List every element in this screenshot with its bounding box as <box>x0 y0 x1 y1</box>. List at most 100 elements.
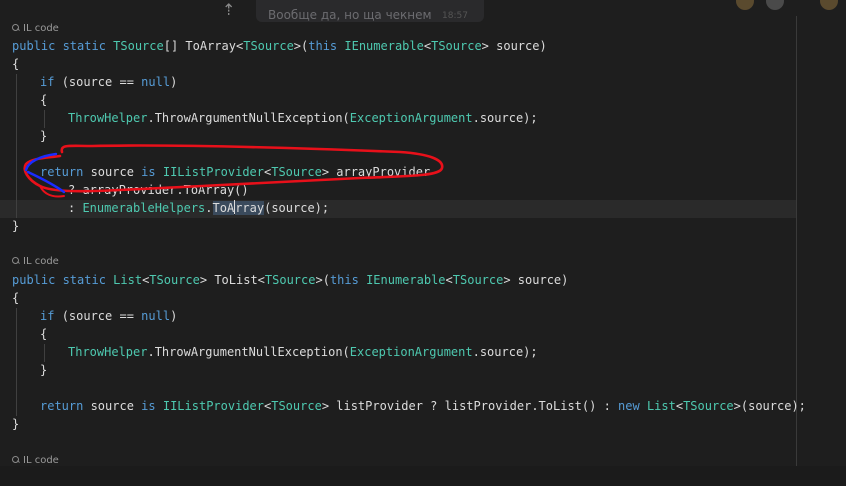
indent-guide <box>44 344 45 362</box>
code-token: > arrayProvider <box>321 165 431 179</box>
code-line: return source is IIListProvider<TSource>… <box>40 397 806 415</box>
codelens-il-code[interactable]: IL code <box>12 455 59 466</box>
avatar[interactable] <box>766 0 784 10</box>
code-token: ThrowHelper <box>68 345 148 359</box>
code-line: return source is IIListProvider<TSource>… <box>40 163 430 181</box>
code-token: < <box>445 273 453 287</box>
code-line: { <box>12 291 20 305</box>
code-token: public static <box>12 39 114 53</box>
codelens-icon <box>12 456 20 464</box>
bottom-panel-edge <box>0 466 846 486</box>
scroll-up-arrow-icon[interactable]: ⇡ <box>222 0 235 19</box>
code-token: TSource <box>113 39 164 53</box>
code-token: > ToList< <box>199 273 265 287</box>
chat-message-bubble[interactable]: Вообще да, но ща чекнем 18:57 <box>256 0 484 22</box>
codelens-label: IL code <box>23 256 59 267</box>
code-token: TSource <box>243 39 294 53</box>
code-token: public static <box>12 273 114 287</box>
code-token: < <box>675 399 684 413</box>
code-token: return <box>40 399 91 413</box>
code-line: ThrowHelper.ThrowArgumentNullException(E… <box>68 343 538 361</box>
codelens-label: IL code <box>23 455 59 466</box>
code-token: ? arrayProvider.ToArray() <box>68 183 249 197</box>
code-line: } <box>12 417 20 431</box>
code-token: > source) <box>503 273 569 287</box>
code-selection[interactable]: rray <box>235 201 265 215</box>
codelens-icon <box>12 257 20 265</box>
code-line: if (source == null) <box>40 307 177 325</box>
code-token: TSource <box>149 273 200 287</box>
code-token: ) <box>170 75 178 89</box>
code-line: public static List<TSource> ToList<TSour… <box>12 271 568 289</box>
code-token: . <box>205 201 213 215</box>
code-line: } <box>40 363 48 377</box>
code-token: : <box>68 201 83 215</box>
code-token: ExceptionArgument <box>349 111 473 125</box>
code-token: new <box>618 399 647 413</box>
code-token: .ThrowArgumentNullException( <box>147 345 350 359</box>
code-line: if (source == null) <box>40 73 177 91</box>
code-line: { <box>12 57 20 71</box>
red-ink-tail <box>39 185 65 198</box>
code-token: >( <box>293 39 309 53</box>
code-token: .source); <box>472 111 538 125</box>
code-token: null <box>141 75 171 89</box>
code-token: TSource <box>271 399 322 413</box>
code-token: > listProvider ? listProvider.ToList() : <box>321 399 619 413</box>
code-token: this <box>329 273 367 287</box>
code-token: return <box>40 165 91 179</box>
code-token: (source == <box>61 309 142 323</box>
code-line: public static TSource[] ToArray<TSource>… <box>12 37 547 55</box>
codelens-il-code[interactable]: IL code <box>12 23 59 34</box>
code-token: is <box>141 165 163 179</box>
code-token: (source == <box>61 75 142 89</box>
code-token: ThrowHelper <box>68 111 148 125</box>
code-token: IIListProvider <box>162 399 264 413</box>
code-line: { <box>40 93 48 107</box>
code-token: source <box>90 165 142 179</box>
code-token: IEnumerable <box>366 273 446 287</box>
code-token: IIListProvider <box>162 165 264 179</box>
code-line: } <box>12 219 20 233</box>
code-token: >( <box>315 273 330 287</box>
avatar[interactable] <box>820 0 838 10</box>
code-token: >(source); <box>733 399 806 413</box>
avatar[interactable] <box>736 0 754 10</box>
indent-guide <box>16 308 17 416</box>
indent-guide <box>16 74 17 218</box>
code-token: ) <box>170 309 178 323</box>
code-token: List <box>646 399 676 413</box>
code-line: { <box>40 327 48 341</box>
code-line: ThrowHelper.ThrowArgumentNullException(E… <box>68 109 538 127</box>
codelens-il-code[interactable]: IL code <box>12 256 59 267</box>
code-token: if <box>40 309 62 323</box>
code-token: this <box>308 39 345 53</box>
code-token: null <box>141 309 171 323</box>
code-token: source <box>90 399 142 413</box>
code-token: (source); <box>264 201 330 215</box>
code-selection[interactable]: ToA <box>212 201 235 215</box>
code-token: TSource <box>271 165 322 179</box>
code-token: TSource <box>683 399 734 413</box>
codelens-icon <box>12 24 20 32</box>
code-line: ? arrayProvider.ToArray() <box>68 181 249 199</box>
codelens-label: IL code <box>23 23 59 34</box>
code-line: : EnumerableHelpers.ToArray(source); <box>68 199 329 217</box>
chat-message-text: Вообще да, но ща чекнем <box>268 8 432 22</box>
code-token: is <box>141 399 163 413</box>
indent-guide <box>44 110 45 128</box>
code-token: TSource <box>264 273 316 287</box>
code-token: ExceptionArgument <box>349 345 473 359</box>
code-token: < <box>423 39 432 53</box>
code-token: [] ToArray< <box>163 39 244 53</box>
code-token: List <box>113 273 143 287</box>
code-line: } <box>40 129 48 143</box>
chat-message-time: 18:57 <box>442 11 468 21</box>
code-token: .ThrowArgumentNullException( <box>147 111 350 125</box>
chat-overlay-bar: ⇡ Вообще да, но ща чекнем 18:57 <box>0 0 846 22</box>
code-token: if <box>40 75 62 89</box>
code-token: TSource <box>452 273 504 287</box>
code-token: > source) <box>481 39 547 53</box>
code-token: EnumerableHelpers <box>82 201 206 215</box>
code-token: IEnumerable <box>344 39 424 53</box>
